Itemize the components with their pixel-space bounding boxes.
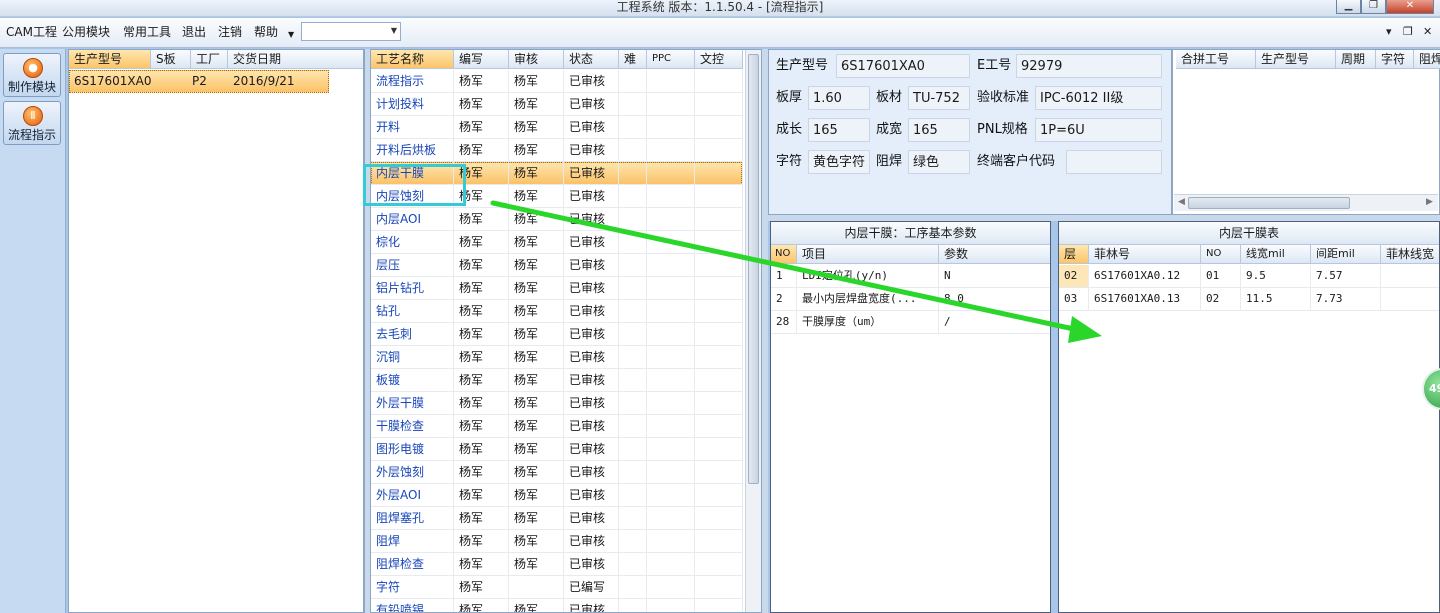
annotation-arrow [490,200,1102,343]
arrow-head [1068,316,1102,343]
arrow-shaft [490,200,1086,334]
